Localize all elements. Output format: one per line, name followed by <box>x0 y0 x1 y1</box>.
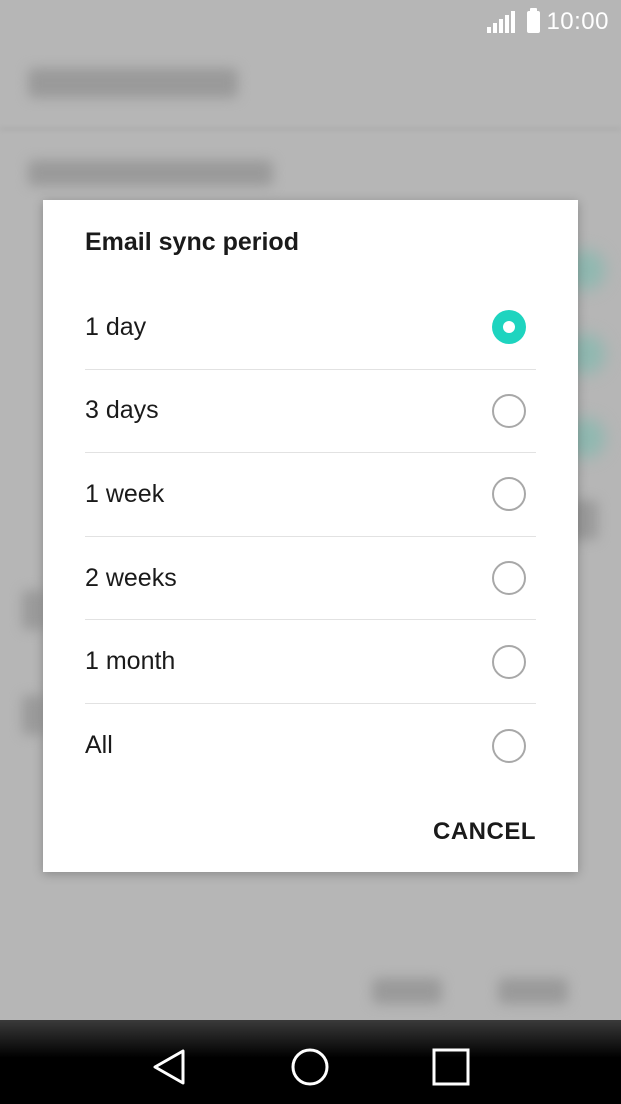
radio-unselected-icon[interactable] <box>492 644 526 679</box>
option-3-days[interactable]: 3 days <box>85 370 536 454</box>
home-button[interactable] <box>285 1042 335 1092</box>
background-item-blur <box>22 590 44 630</box>
option-label: 1 week <box>85 479 165 508</box>
dialog-title: Email sync period <box>85 228 299 256</box>
background-title-blur <box>28 68 238 98</box>
background-text-blur <box>28 160 273 186</box>
radio-unselected-icon[interactable] <box>492 561 526 596</box>
signal-icon <box>487 11 516 33</box>
option-label: 3 days <box>85 396 159 425</box>
background-item-blur <box>22 695 44 735</box>
home-icon <box>291 1048 329 1086</box>
option-all[interactable]: All <box>85 704 536 788</box>
option-list: 1 day 3 days 1 week 2 weeks 1 month All <box>85 286 536 788</box>
option-label: 2 weeks <box>85 563 177 592</box>
cancel-button[interactable]: CANCEL <box>433 818 536 846</box>
radio-unselected-icon[interactable] <box>492 477 526 512</box>
back-icon <box>153 1049 185 1085</box>
recents-icon <box>432 1048 470 1086</box>
back-button[interactable] <box>145 1042 195 1092</box>
status-time: 10:00 <box>546 8 609 35</box>
radio-selected-icon[interactable] <box>492 310 526 345</box>
radio-unselected-icon[interactable] <box>492 728 526 763</box>
background-button-blur <box>498 978 568 1004</box>
recents-button[interactable] <box>426 1042 476 1092</box>
status-bar: 10:00 <box>0 0 621 44</box>
background-divider <box>0 128 621 130</box>
option-1-week[interactable]: 1 week <box>85 453 536 537</box>
battery-icon <box>527 8 541 33</box>
radio-unselected-icon[interactable] <box>492 393 526 428</box>
option-1-month[interactable]: 1 month <box>85 620 536 704</box>
navigation-bar <box>0 1020 621 1104</box>
sync-period-dialog: Email sync period 1 day 3 days 1 week 2 … <box>43 200 578 872</box>
background-button-blur <box>372 978 442 1004</box>
option-label: All <box>85 731 113 760</box>
option-2-weeks[interactable]: 2 weeks <box>85 537 536 621</box>
option-label: 1 month <box>85 647 176 676</box>
option-1-day[interactable]: 1 day <box>85 286 536 370</box>
option-label: 1 day <box>85 312 147 341</box>
